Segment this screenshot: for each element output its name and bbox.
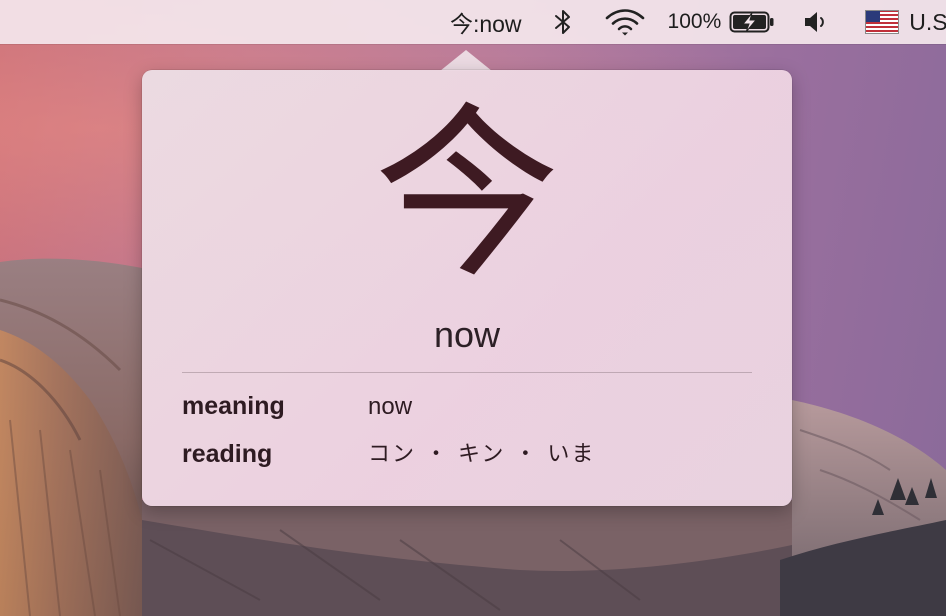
wifi-status-item[interactable] bbox=[604, 0, 646, 44]
kanji-status-item[interactable]: 今:now bbox=[450, 0, 522, 44]
battery-charging-icon bbox=[729, 11, 774, 33]
volume-icon bbox=[805, 12, 825, 32]
meaning-label: meaning bbox=[182, 392, 285, 420]
battery-status-item[interactable]: 100% bbox=[668, 0, 776, 44]
input-source-label: U.S. bbox=[909, 8, 946, 35]
popover-arrow bbox=[440, 50, 492, 71]
bluetooth-icon bbox=[554, 10, 570, 34]
kanji-character: 今 bbox=[373, 86, 560, 303]
reading-row: reading コン ・ キン ・ いま bbox=[182, 440, 752, 469]
kanji-popover: 今 now meaning now reading コン ・ キン ・ いま bbox=[142, 70, 792, 506]
wifi-icon bbox=[605, 9, 644, 36]
input-source-item[interactable]: U.S. bbox=[865, 0, 946, 44]
us-flag-icon bbox=[865, 10, 900, 34]
battery-percent: 100% bbox=[667, 10, 722, 33]
kanji-headline-meaning: now bbox=[433, 314, 501, 355]
menu-bar: 今:now 100% U.S bbox=[0, 0, 946, 44]
divider bbox=[182, 372, 752, 373]
reading-value: コン ・ キン ・ いま bbox=[368, 441, 596, 467]
meaning-value: now bbox=[368, 392, 413, 420]
volume-status-item[interactable] bbox=[803, 0, 829, 44]
bluetooth-status-item[interactable] bbox=[552, 0, 574, 44]
reading-label: reading bbox=[182, 440, 273, 468]
meaning-row: meaning now bbox=[182, 392, 752, 421]
kanji-status-label: 今:now bbox=[449, 11, 522, 37]
